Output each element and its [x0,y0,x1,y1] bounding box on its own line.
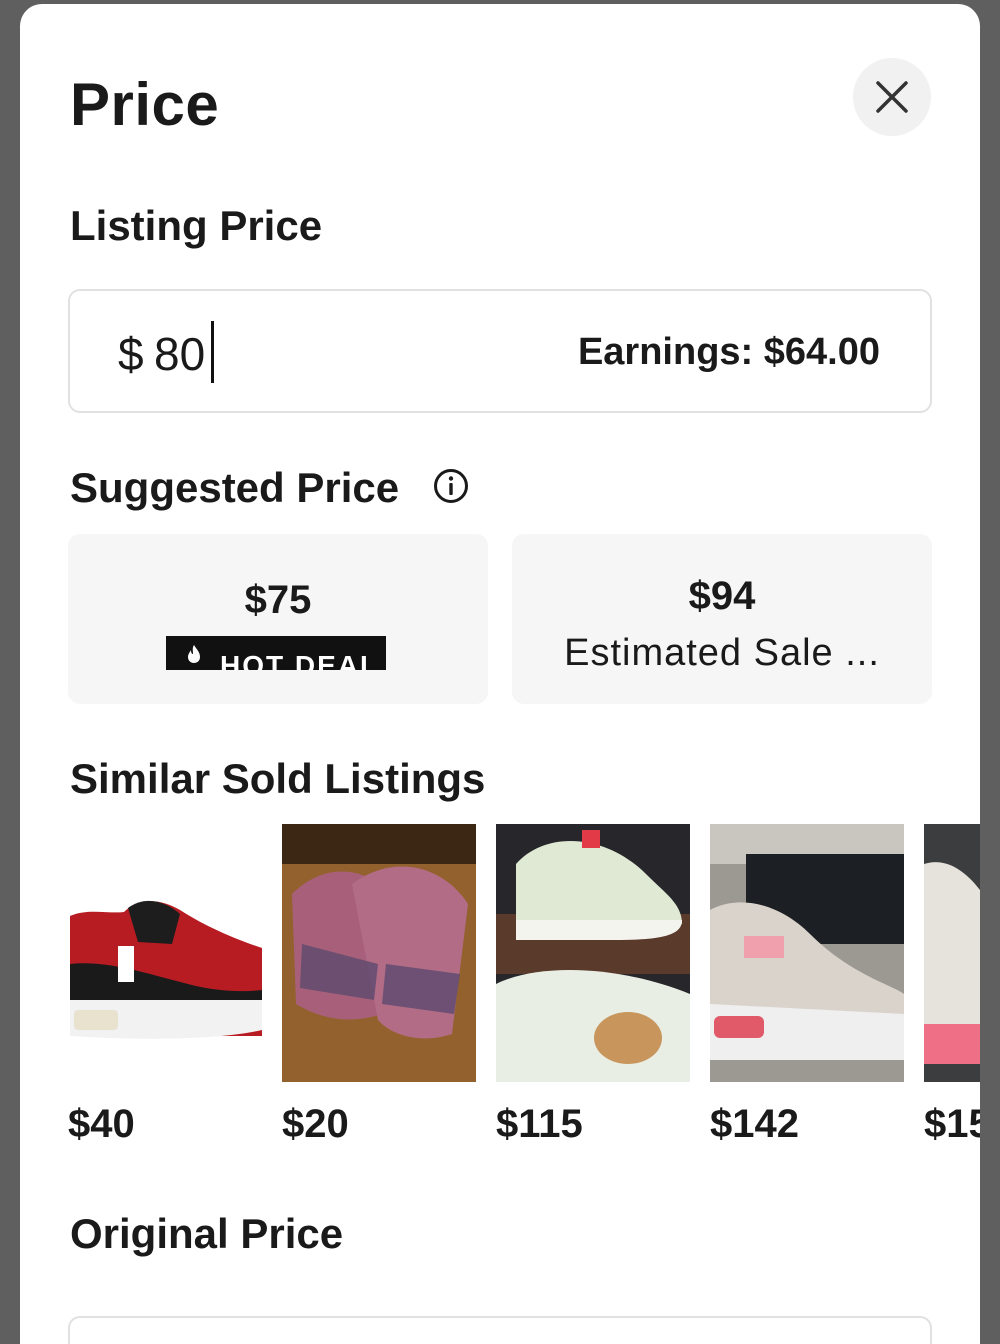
pink-purple-sneakers-photo [282,824,476,1082]
sold-listing-price: $115 [496,1102,583,1146]
sold-listing-item[interactable]: $142 [710,824,904,1146]
hot-deal-text: HOT DEAL [220,650,380,670]
price-sheet: Price Listing Price $ 80 Earnings: $64.0… [20,4,980,1344]
similar-sold-label: Similar Sold Listings [70,755,486,802]
sold-listing-price: $20 [282,1102,349,1146]
earnings-text: Earnings: $64.00 [577,331,880,373]
info-icon[interactable] [433,468,469,504]
cream-pink-sneaker-photo [924,824,980,1082]
sold-listing-price: $15 [924,1102,980,1146]
close-button[interactable] [853,58,931,136]
sold-listing-item[interactable]: $15 [924,824,980,1146]
listing-price-input[interactable]: $ 80 Earnings: $64.00 [68,289,932,413]
sold-listing-item[interactable]: $115 [496,824,690,1146]
grey-pink-sneaker-photo [710,824,904,1082]
suggested-amount: $94 [688,574,756,618]
mint-green-sneaker-photo [496,824,690,1082]
suggested-price-label: Suggested Price [70,464,400,511]
suggested-price-card-hot-deal[interactable]: $75 HOT DEAL [68,534,488,704]
flame-icon [188,645,200,663]
estimated-sale-caption: Estimated Sale ... [564,632,880,674]
close-icon [876,81,908,113]
original-price-input[interactable] [68,1316,932,1344]
suggested-price-card-estimated[interactable]: $94 Estimated Sale ... [512,534,932,704]
page-title: Price [70,71,220,138]
sold-listing-price: $142 [710,1102,799,1146]
listing-price-label: Listing Price [70,202,323,249]
sold-listing-price: $40 [68,1102,135,1146]
hot-deal-badge: HOT DEAL [166,636,386,670]
currency-symbol: $ [118,328,144,380]
sold-listing-item[interactable]: $40 [68,824,262,1146]
text-caret [211,321,214,383]
sold-listing-item[interactable]: $20 [282,824,476,1146]
original-price-label: Original Price [70,1210,344,1257]
suggested-amount: $75 [244,578,312,622]
listing-price-value[interactable]: 80 [154,327,205,381]
red-black-sneaker-photo [68,824,262,1082]
